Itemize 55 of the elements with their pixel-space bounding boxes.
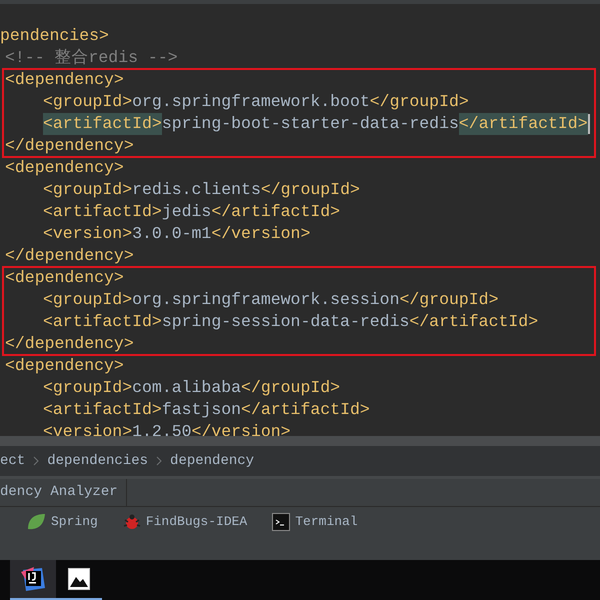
chevron-icon [156, 456, 162, 466]
code-tag: </dependency> [5, 244, 134, 267]
code-tag: pendencies> [0, 24, 109, 47]
code-tag: </artifactId> [241, 398, 370, 421]
tool-window-label[interactable]: Spring [51, 512, 98, 532]
code-tag: <version> [43, 420, 132, 436]
code-tag: </version> [211, 222, 310, 245]
code-tag: <dependency> [5, 68, 124, 91]
code-tag: </groupId> [241, 376, 340, 399]
breadcrumb-item[interactable]: dependencies [47, 450, 148, 472]
code-comment: <!-- 整合redis --> [5, 46, 178, 69]
code-value: spring-session-data-redis [162, 310, 410, 333]
code-value: org.springframework.session [132, 288, 400, 311]
code-tag: </groupId> [370, 90, 469, 113]
code-tag: </artifactId> [409, 310, 538, 333]
breadcrumb-item[interactable]: dependency [170, 450, 254, 472]
code-tag: <dependency> [5, 354, 124, 377]
code-value: jedis [162, 200, 212, 223]
chevron-icon [33, 456, 40, 466]
tool-window-label[interactable]: FindBugs-IDEA [146, 512, 248, 532]
code-tag: <version> [43, 222, 132, 245]
text-cursor [588, 114, 590, 134]
terminal-icon [272, 512, 290, 531]
code-value: redis.clients [132, 178, 261, 201]
code-tag: <artifactId> [43, 310, 162, 333]
code-value: 3.0.0-m1 [132, 222, 212, 245]
code-tag: <artifactId> [43, 398, 162, 421]
bug-icon [122, 514, 141, 530]
ide-app-icon [20, 566, 46, 592]
tool-window-label[interactable]: Terminal [295, 512, 358, 532]
code-value: org.springframework.boot [132, 90, 370, 113]
code-tag: <groupId> [43, 376, 132, 399]
code-value: com.alibaba [132, 376, 242, 399]
code-tag: <artifactId> [43, 112, 162, 135]
scrollbar-thumb[interactable] [0, 436, 600, 446]
image-app-icon [68, 568, 90, 590]
code-tag: </version> [192, 420, 291, 436]
code-tag: </artifactId> [211, 200, 340, 223]
code-tag: </dependency> [5, 134, 134, 157]
breadcrumb-item[interactable]: ect [0, 450, 26, 472]
code-tag: </groupId> [260, 178, 360, 201]
taskbar-button[interactable] [10, 560, 56, 600]
code-tag: <dependency> [5, 266, 124, 289]
code-value: fastjson [162, 398, 242, 421]
code-tag: </dependency> [5, 332, 134, 355]
code-value: spring-boot-starter-data-redis [162, 112, 459, 135]
code-tag: <artifactId> [43, 200, 162, 223]
code-tag: </groupId> [399, 288, 498, 311]
code-tag: <groupId> [43, 90, 132, 113]
code-tag: <dependency> [5, 156, 124, 179]
code-tag: <groupId> [43, 288, 132, 311]
code-tag: </artifactId> [458, 112, 588, 135]
code-tag: <groupId> [43, 178, 132, 201]
code-value: 1.2.50 [132, 420, 192, 436]
leaf-icon [26, 512, 46, 531]
